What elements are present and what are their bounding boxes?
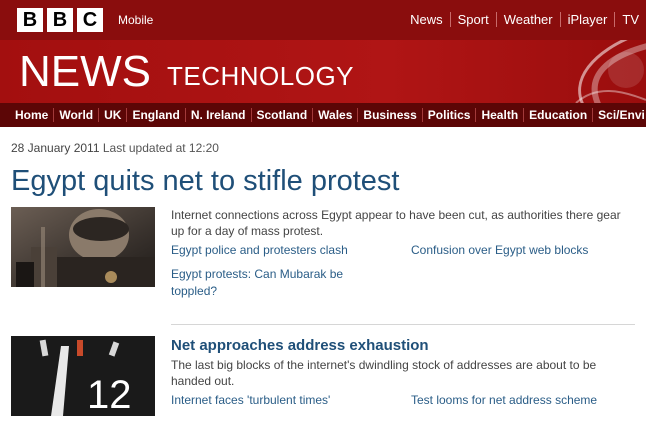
top-bar: B B C Mobile News Sport Weather iPlayer …	[0, 0, 646, 40]
top-nav-news[interactable]: News	[403, 12, 450, 27]
section-nav: Home World UK England N. Ireland Scotlan…	[0, 103, 646, 127]
clock-image[interactable]: 12	[11, 336, 155, 416]
top-nav-sport[interactable]: Sport	[449, 12, 496, 27]
story-summary: Internet connections across Egypt appear…	[171, 208, 621, 238]
logo-letter: C	[77, 8, 103, 32]
story-link[interactable]: Test looms for net address scheme	[411, 392, 597, 409]
bbc-logo[interactable]: B B C	[17, 8, 103, 32]
news-title[interactable]: NEWS	[19, 50, 151, 94]
nav-world[interactable]: World	[53, 108, 98, 122]
swirl-graphic	[575, 40, 646, 103]
nav-uk[interactable]: UK	[98, 108, 126, 122]
story-link[interactable]: Egypt protests: Can Mubarak be toppled?	[171, 266, 381, 300]
nav-health[interactable]: Health	[475, 108, 523, 122]
story-link[interactable]: Confusion over Egypt web blocks	[411, 242, 588, 259]
logo-letter: B	[47, 8, 73, 32]
mobile-label: Mobile	[118, 13, 154, 27]
nav-sci-envi[interactable]: Sci/Envi	[592, 108, 646, 122]
nav-wales[interactable]: Wales	[312, 108, 357, 122]
top-nav: News Sport Weather iPlayer TV	[403, 12, 646, 27]
article-headline: Egypt quits net to stifle protest	[11, 165, 400, 197]
dateline: 28 January 2011 Last updated at 12:20	[11, 141, 219, 155]
mubarak-image[interactable]	[11, 207, 155, 287]
nav-england[interactable]: England	[126, 108, 184, 122]
story-egypt: Internet connections across Egypt appear…	[11, 207, 635, 307]
top-nav-iplayer[interactable]: iPlayer	[559, 12, 615, 27]
story-link[interactable]: Egypt police and protesters clash	[171, 242, 348, 259]
section-title[interactable]: TECHNOLOGY	[167, 62, 354, 90]
nav-business[interactable]: Business	[357, 108, 421, 122]
story-link[interactable]: Internet faces 'turbulent times'	[171, 392, 330, 409]
nav-education[interactable]: Education	[523, 108, 592, 122]
last-updated: Last updated at 12:20	[102, 141, 219, 155]
story-title[interactable]: Net approaches address exhaustion	[171, 336, 429, 356]
story-summary: The last big blocks of the internet's dw…	[171, 358, 597, 388]
nav-n-ireland[interactable]: N. Ireland	[184, 108, 251, 122]
story-address-exhaustion: 12 Net approaches address exhaustion The…	[11, 336, 635, 426]
top-nav-weather[interactable]: Weather	[495, 12, 560, 27]
nav-politics[interactable]: Politics	[421, 108, 476, 122]
nav-scotland[interactable]: Scotland	[250, 108, 313, 122]
nav-home[interactable]: Home	[0, 108, 53, 122]
top-nav-tv[interactable]: TV	[614, 12, 646, 27]
masthead: NEWS TECHNOLOGY	[0, 40, 646, 103]
story-divider	[171, 324, 635, 325]
article-date: 28 January 2011	[11, 141, 100, 155]
clock-number: 12	[87, 373, 132, 416]
logo-letter: B	[17, 8, 43, 32]
